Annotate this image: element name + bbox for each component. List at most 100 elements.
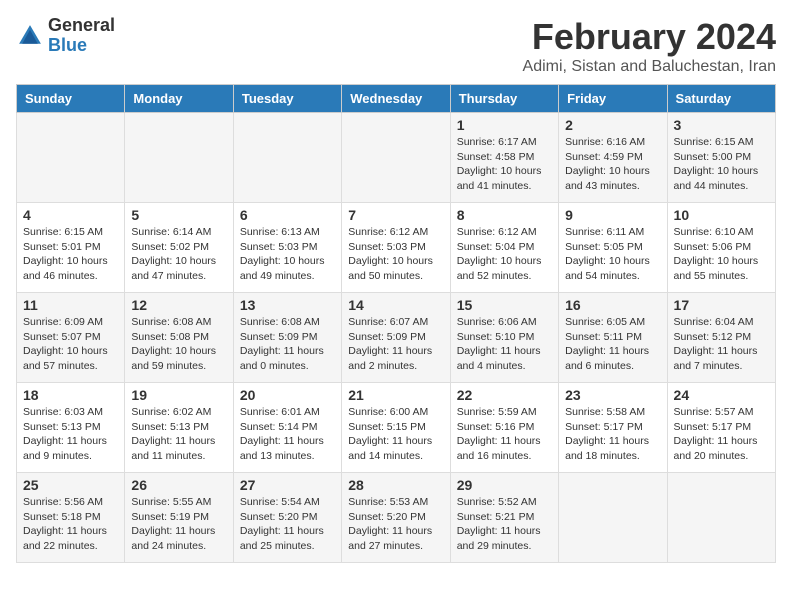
header: General Blue February 2024 Adimi, Sistan… (16, 16, 776, 76)
week-row-1: 1 Sunrise: 6:17 AM Sunset: 4:58 PM Daylig… (17, 113, 776, 203)
day-number: 7 (348, 207, 443, 223)
calendar-cell: 19 Sunrise: 6:02 AM Sunset: 5:13 PM Dayli… (125, 383, 233, 473)
day-detail: Sunrise: 6:01 AM Sunset: 5:14 PM Dayligh… (240, 405, 335, 464)
day-number: 10 (674, 207, 769, 223)
calendar-cell: 23Sunrise: 5:58 AM Sunset: 5:17 PM Dayli… (559, 383, 667, 473)
calendar-cell: 1 Sunrise: 6:17 AM Sunset: 4:58 PM Daylig… (450, 113, 558, 203)
weekday-header-wednesday: Wednesday (342, 85, 450, 113)
day-detail: Sunrise: 6:00 AM Sunset: 5:15 PM Dayligh… (348, 405, 443, 464)
day-detail: Sunrise: 6:11 AM Sunset: 5:05 PM Dayligh… (565, 225, 660, 284)
day-number: 1 (457, 117, 552, 133)
day-detail: Sunrise: 6:07 AM Sunset: 5:09 PM Dayligh… (348, 315, 443, 374)
day-detail: Sunrise: 6:05 AM Sunset: 5:11 PM Dayligh… (565, 315, 660, 374)
day-number: 14 (348, 297, 443, 313)
day-number: 26 (131, 477, 226, 493)
day-number: 9 (565, 207, 660, 223)
day-detail: Sunrise: 6:10 AM Sunset: 5:06 PM Dayligh… (674, 225, 769, 284)
day-detail: Sunrise: 5:54 AM Sunset: 5:20 PM Dayligh… (240, 495, 335, 554)
day-number: 2 (565, 117, 660, 133)
logo: General Blue (16, 16, 115, 56)
day-detail: Sunrise: 5:56 AM Sunset: 5:18 PM Dayligh… (23, 495, 118, 554)
day-number: 19 (131, 387, 226, 403)
day-detail: Sunrise: 6:12 AM Sunset: 5:04 PM Dayligh… (457, 225, 552, 284)
calendar-cell (17, 113, 125, 203)
calendar-cell: 26 Sunrise: 5:55 AM Sunset: 5:19 PM Dayli… (125, 473, 233, 563)
calendar-cell: 3Sunrise: 6:15 AM Sunset: 5:00 PM Daylig… (667, 113, 775, 203)
day-detail: Sunrise: 5:55 AM Sunset: 5:19 PM Dayligh… (131, 495, 226, 554)
day-detail: Sunrise: 6:03 AM Sunset: 5:13 PM Dayligh… (23, 405, 118, 464)
weekday-header-row: SundayMondayTuesdayWednesdayThursdayFrid… (17, 85, 776, 113)
calendar-cell: 11 Sunrise: 6:09 AM Sunset: 5:07 PM Dayli… (17, 293, 125, 383)
calendar: SundayMondayTuesdayWednesdayThursdayFrid… (16, 84, 776, 563)
day-detail: Sunrise: 6:15 AM Sunset: 5:00 PM Dayligh… (674, 135, 769, 194)
week-row-2: 4 Sunrise: 6:15 AM Sunset: 5:01 PM Daylig… (17, 203, 776, 293)
day-detail: Sunrise: 6:13 AM Sunset: 5:03 PM Dayligh… (240, 225, 335, 284)
calendar-cell: 20Sunrise: 6:01 AM Sunset: 5:14 PM Dayli… (233, 383, 341, 473)
calendar-cell (667, 473, 775, 563)
calendar-cell: 15 Sunrise: 6:06 AM Sunset: 5:10 PM Dayli… (450, 293, 558, 383)
day-detail: Sunrise: 6:14 AM Sunset: 5:02 PM Dayligh… (131, 225, 226, 284)
calendar-cell: 9 Sunrise: 6:11 AM Sunset: 5:05 PM Daylig… (559, 203, 667, 293)
day-detail: Sunrise: 5:57 AM Sunset: 5:17 PM Dayligh… (674, 405, 769, 464)
calendar-cell: 14 Sunrise: 6:07 AM Sunset: 5:09 PM Dayli… (342, 293, 450, 383)
day-number: 24 (674, 387, 769, 403)
day-number: 13 (240, 297, 335, 313)
calendar-cell: 10 Sunrise: 6:10 AM Sunset: 5:06 PM Dayli… (667, 203, 775, 293)
weekday-header-friday: Friday (559, 85, 667, 113)
logo-icon (16, 22, 44, 50)
calendar-cell: 27 Sunrise: 5:54 AM Sunset: 5:20 PM Dayli… (233, 473, 341, 563)
logo-text-blue: Blue (48, 35, 87, 55)
week-row-3: 11 Sunrise: 6:09 AM Sunset: 5:07 PM Dayli… (17, 293, 776, 383)
day-detail: Sunrise: 6:16 AM Sunset: 4:59 PM Dayligh… (565, 135, 660, 194)
calendar-cell: 25 Sunrise: 5:56 AM Sunset: 5:18 PM Dayli… (17, 473, 125, 563)
day-detail: Sunrise: 6:02 AM Sunset: 5:13 PM Dayligh… (131, 405, 226, 464)
day-detail: Sunrise: 6:17 AM Sunset: 4:58 PM Dayligh… (457, 135, 552, 194)
day-number: 4 (23, 207, 118, 223)
day-number: 18 (23, 387, 118, 403)
day-number: 29 (457, 477, 552, 493)
weekday-header-thursday: Thursday (450, 85, 558, 113)
day-detail: Sunrise: 6:12 AM Sunset: 5:03 PM Dayligh… (348, 225, 443, 284)
day-number: 22 (457, 387, 552, 403)
calendar-cell: 5 Sunrise: 6:14 AM Sunset: 5:02 PM Daylig… (125, 203, 233, 293)
title-area: February 2024 Adimi, Sistan and Baluches… (523, 16, 776, 76)
calendar-cell: 12 Sunrise: 6:08 AM Sunset: 5:08 PM Dayli… (125, 293, 233, 383)
calendar-cell: 2 Sunrise: 6:16 AM Sunset: 4:59 PM Daylig… (559, 113, 667, 203)
week-row-4: 18 Sunrise: 6:03 AM Sunset: 5:13 PM Dayli… (17, 383, 776, 473)
calendar-cell: 6 Sunrise: 6:13 AM Sunset: 5:03 PM Daylig… (233, 203, 341, 293)
calendar-cell: 8 Sunrise: 6:12 AM Sunset: 5:04 PM Daylig… (450, 203, 558, 293)
calendar-cell: 7 Sunrise: 6:12 AM Sunset: 5:03 PM Daylig… (342, 203, 450, 293)
day-detail: Sunrise: 6:06 AM Sunset: 5:10 PM Dayligh… (457, 315, 552, 374)
day-detail: Sunrise: 6:09 AM Sunset: 5:07 PM Dayligh… (23, 315, 118, 374)
day-number: 25 (23, 477, 118, 493)
calendar-cell: 29 Sunrise: 5:52 AM Sunset: 5:21 PM Dayli… (450, 473, 558, 563)
day-detail: Sunrise: 6:08 AM Sunset: 5:09 PM Dayligh… (240, 315, 335, 374)
calendar-cell (233, 113, 341, 203)
day-number: 5 (131, 207, 226, 223)
weekday-header-tuesday: Tuesday (233, 85, 341, 113)
day-number: 28 (348, 477, 443, 493)
weekday-header-monday: Monday (125, 85, 233, 113)
day-number: 12 (131, 297, 226, 313)
calendar-cell (342, 113, 450, 203)
day-number: 27 (240, 477, 335, 493)
calendar-cell: 22 Sunrise: 5:59 AM Sunset: 5:16 PM Dayli… (450, 383, 558, 473)
day-number: 15 (457, 297, 552, 313)
day-detail: Sunrise: 6:15 AM Sunset: 5:01 PM Dayligh… (23, 225, 118, 284)
week-row-5: 25 Sunrise: 5:56 AM Sunset: 5:18 PM Dayli… (17, 473, 776, 563)
month-title: February 2024 (523, 16, 776, 58)
day-detail: Sunrise: 5:59 AM Sunset: 5:16 PM Dayligh… (457, 405, 552, 464)
day-detail: Sunrise: 6:08 AM Sunset: 5:08 PM Dayligh… (131, 315, 226, 374)
day-number: 11 (23, 297, 118, 313)
logo-text-general: General (48, 15, 115, 35)
calendar-cell: 4 Sunrise: 6:15 AM Sunset: 5:01 PM Daylig… (17, 203, 125, 293)
calendar-cell (559, 473, 667, 563)
day-number: 21 (348, 387, 443, 403)
weekday-header-sunday: Sunday (17, 85, 125, 113)
day-number: 6 (240, 207, 335, 223)
day-number: 16 (565, 297, 660, 313)
day-detail: Sunrise: 6:04 AM Sunset: 5:12 PM Dayligh… (674, 315, 769, 374)
day-number: 8 (457, 207, 552, 223)
day-detail: Sunrise: 5:53 AM Sunset: 5:20 PM Dayligh… (348, 495, 443, 554)
day-detail: Sunrise: 5:52 AM Sunset: 5:21 PM Dayligh… (457, 495, 552, 554)
